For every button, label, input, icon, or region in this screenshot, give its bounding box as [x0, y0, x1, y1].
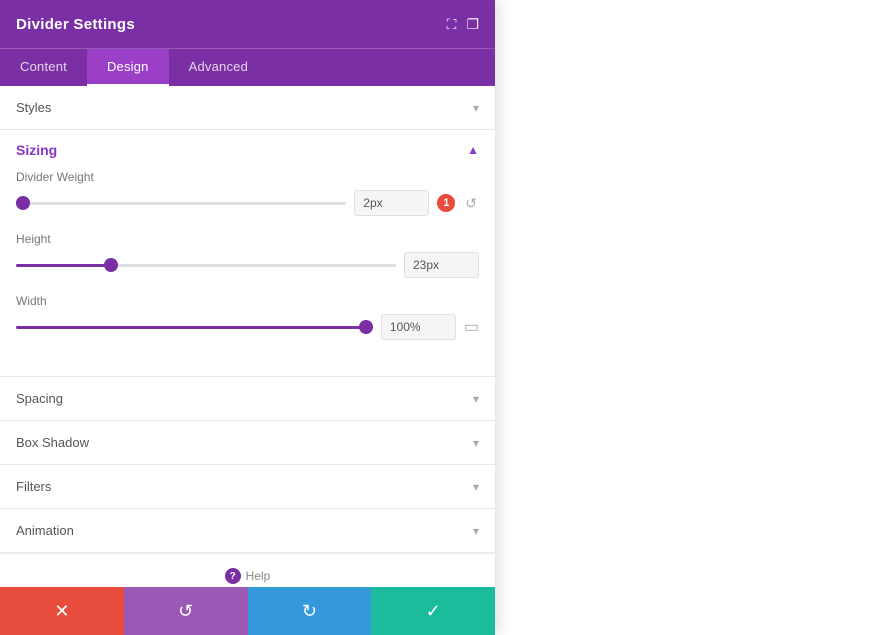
- help-link[interactable]: ? Help: [14, 568, 481, 584]
- box-shadow-section-header[interactable]: Box Shadow ▾: [0, 421, 495, 464]
- spacing-section-title: Spacing: [16, 391, 63, 406]
- width-fill: [16, 326, 373, 329]
- panel-title: Divider Settings: [16, 16, 135, 33]
- tab-content[interactable]: Content: [0, 49, 87, 86]
- collapse-icon[interactable]: ❐: [466, 16, 479, 33]
- spacing-section: Spacing ▾: [0, 377, 495, 421]
- width-slider-container: [16, 319, 373, 335]
- undo-icon: ↺: [178, 601, 193, 622]
- sizing-section: Sizing ▲ Divider Weight: [0, 130, 495, 377]
- box-shadow-section-title: Box Shadow: [16, 435, 89, 450]
- redo-icon: ↻: [302, 601, 317, 622]
- divider-weight-slider-container: [16, 195, 346, 211]
- tab-design[interactable]: Design: [87, 49, 169, 86]
- divider-weight-label: Divider Weight: [16, 170, 479, 184]
- sizing-chevron-icon: ▲: [467, 143, 479, 157]
- filters-section-header[interactable]: Filters ▾: [0, 465, 495, 508]
- redo-button[interactable]: ↻: [248, 587, 372, 635]
- divider-weight-badge: 1: [437, 194, 455, 212]
- styles-chevron-icon: ▾: [473, 101, 479, 115]
- help-label: Help: [246, 569, 271, 583]
- height-control: Height: [16, 232, 479, 278]
- width-input[interactable]: [381, 314, 456, 340]
- panel-body: Styles ▾ Sizing ▲ Divider Weight: [0, 86, 495, 587]
- divider-weight-track: [16, 202, 346, 205]
- box-shadow-section: Box Shadow ▾: [0, 421, 495, 465]
- divider-weight-row: 1 ↺: [16, 190, 479, 216]
- spacing-chevron-icon: ▾: [473, 392, 479, 406]
- height-label: Height: [16, 232, 479, 246]
- sizing-content: Divider Weight 1 ↺: [0, 166, 495, 376]
- cancel-icon: ✕: [54, 601, 69, 622]
- sizing-section-title: Sizing: [16, 142, 57, 158]
- width-label: Width: [16, 294, 479, 308]
- width-track: [16, 326, 373, 329]
- save-button[interactable]: ✓: [371, 587, 495, 635]
- save-icon: ✓: [426, 601, 441, 622]
- divider-weight-control: Divider Weight 1 ↺: [16, 170, 479, 216]
- sizing-section-header[interactable]: Sizing ▲: [0, 130, 495, 166]
- box-shadow-chevron-icon: ▾: [473, 436, 479, 450]
- divider-weight-input[interactable]: [354, 190, 429, 216]
- styles-section: Styles ▾: [0, 86, 495, 130]
- help-section: ? Help: [0, 553, 495, 587]
- width-thumb[interactable]: [359, 320, 373, 334]
- settings-panel: Divider Settings ⛶ ❐ Content Design Adva…: [0, 0, 495, 635]
- height-row: [16, 252, 479, 278]
- height-track: [16, 264, 396, 267]
- divider-weight-reset[interactable]: ↺: [463, 195, 479, 212]
- width-row: ▭: [16, 314, 479, 340]
- panel-header-icons: ⛶ ❐: [447, 16, 479, 33]
- animation-chevron-icon: ▾: [473, 524, 479, 538]
- filters-chevron-icon: ▾: [473, 480, 479, 494]
- height-slider-container: [16, 257, 396, 273]
- animation-section-title: Animation: [16, 523, 74, 538]
- styles-section-title: Styles: [16, 100, 51, 115]
- height-fill: [16, 264, 111, 267]
- filters-section: Filters ▾: [0, 465, 495, 509]
- spacing-section-header[interactable]: Spacing ▾: [0, 377, 495, 420]
- cancel-button[interactable]: ✕: [0, 587, 124, 635]
- width-control: Width ▭: [16, 294, 479, 340]
- help-icon: ?: [225, 568, 241, 584]
- panel-header: Divider Settings ⛶ ❐: [0, 0, 495, 48]
- height-thumb[interactable]: [104, 258, 118, 272]
- animation-section: Animation ▾: [0, 509, 495, 553]
- filters-section-title: Filters: [16, 479, 51, 494]
- height-input[interactable]: [404, 252, 479, 278]
- tab-advanced[interactable]: Advanced: [169, 49, 268, 86]
- animation-section-header[interactable]: Animation ▾: [0, 509, 495, 552]
- tabs: Content Design Advanced: [0, 48, 495, 86]
- panel-footer: ✕ ↺ ↻ ✓: [0, 587, 495, 635]
- expand-icon[interactable]: ⛶: [447, 16, 457, 33]
- styles-section-header[interactable]: Styles ▾: [0, 86, 495, 129]
- divider-weight-thumb[interactable]: [16, 196, 30, 210]
- device-icon[interactable]: ▭: [464, 317, 479, 337]
- undo-button[interactable]: ↺: [124, 587, 248, 635]
